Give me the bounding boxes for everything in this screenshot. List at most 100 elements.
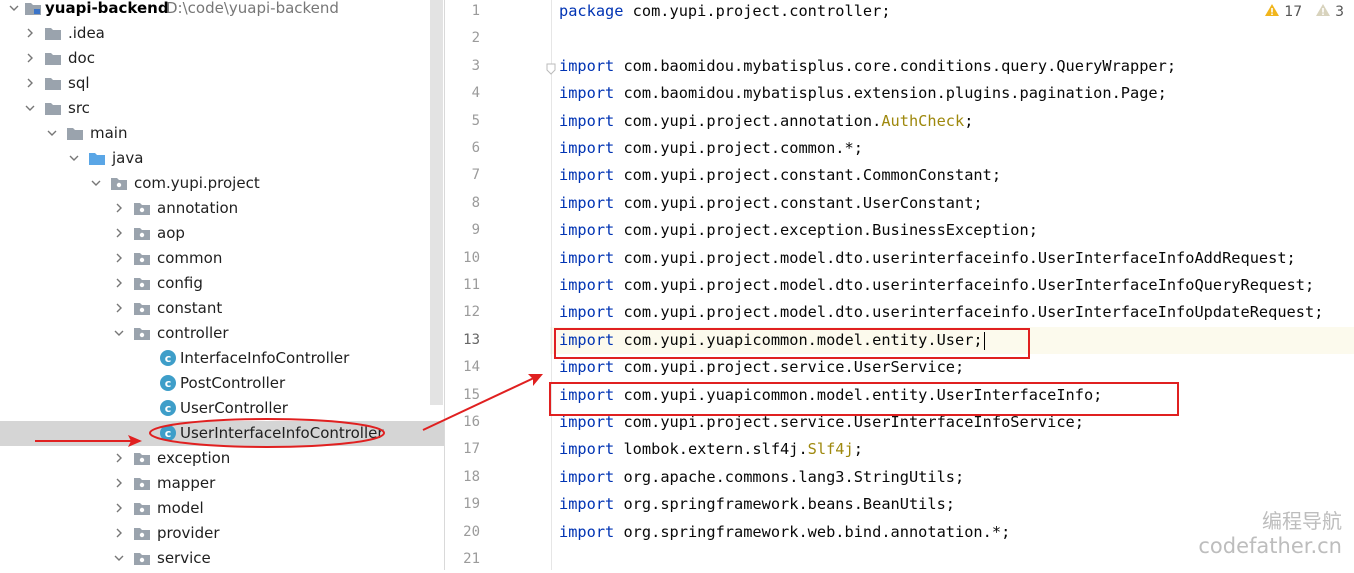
chevron-right-icon[interactable] [113, 446, 125, 471]
code-line-1[interactable]: package com.yupi.project.controller; [559, 0, 891, 25]
tree-item-com-yupi-project[interactable]: com.yupi.project [0, 171, 444, 196]
code-text: ; [964, 112, 974, 130]
fold-marker-icon[interactable] [546, 60, 556, 79]
tree-item-label: main [90, 124, 128, 142]
code-text: com.yupi.project.service.UserService; [614, 358, 965, 376]
line-number: 8 [471, 195, 480, 211]
line-number: 12 [463, 304, 480, 320]
code-line-11[interactable]: import com.yupi.project.model.dto.userin… [559, 272, 1314, 299]
chevron-down-icon[interactable] [8, 0, 20, 21]
tree-root-path: D:\code\yuapi-backend [166, 0, 339, 17]
code-line-9[interactable]: import com.yupi.project.exception.Busine… [559, 217, 1038, 244]
folder-icon [44, 71, 62, 96]
code-line-3[interactable]: import com.baomidou.mybatisplus.core.con… [559, 53, 1176, 80]
chevron-right-icon[interactable] [113, 246, 125, 271]
tree-root-yuapi-backend[interactable]: yuapi-backend D:\code\yuapi-backend [0, 0, 444, 21]
chevron-right-icon[interactable] [113, 196, 125, 221]
code-line-10[interactable]: import com.yupi.project.model.dto.userin… [559, 245, 1296, 272]
tree-item-common[interactable]: common [0, 246, 444, 271]
code-line-6[interactable]: import com.yupi.project.common.*; [559, 135, 863, 162]
keyword: package [559, 2, 624, 20]
svg-text:c: c [165, 352, 172, 365]
code-text: com.yupi.project.constant.UserConstant; [614, 194, 983, 212]
code-line-20[interactable]: import org.springframework.web.bind.anno… [559, 519, 1010, 546]
tree-item-mapper[interactable]: mapper [0, 471, 444, 496]
folder-icon [44, 46, 62, 71]
tree-item-java[interactable]: java [0, 146, 444, 171]
chevron-right-icon[interactable] [24, 71, 36, 96]
tree-item-label: common [157, 249, 223, 267]
chevron-down-icon[interactable] [90, 171, 102, 196]
tree-item-constant[interactable]: constant [0, 296, 444, 321]
inspection-widget[interactable]: 17 3 [1264, 3, 1344, 23]
line-number: 20 [463, 524, 480, 540]
tree-item-annotation[interactable]: annotation [0, 196, 444, 221]
tree-item-usercontroller[interactable]: c UserController [0, 396, 444, 421]
highlight-box-user-import [554, 328, 1030, 359]
keyword: import [559, 112, 615, 130]
line-number: 11 [463, 277, 480, 293]
line-number: 14 [463, 359, 480, 375]
tree-item-src[interactable]: src [0, 96, 444, 121]
package-icon [133, 496, 151, 521]
keyword: import [559, 276, 615, 294]
package-icon [110, 171, 128, 196]
chevron-down-icon[interactable] [113, 321, 125, 346]
chevron-right-icon[interactable] [24, 46, 36, 71]
line-number: 6 [471, 140, 480, 156]
code-text: com.yupi.project.model.dto.userinterface… [614, 276, 1315, 294]
svg-text:c: c [165, 402, 172, 415]
package-icon [133, 196, 151, 221]
chevron-down-icon[interactable] [24, 96, 36, 121]
line-number: 9 [471, 222, 480, 238]
line-number: 2 [471, 30, 480, 46]
code-line-12[interactable]: import com.yupi.project.model.dto.userin… [559, 299, 1323, 326]
tree-item-doc[interactable]: doc [0, 46, 444, 71]
chevron-right-icon[interactable] [113, 496, 125, 521]
svg-text:c: c [165, 377, 172, 390]
keyword: import [559, 495, 615, 513]
tree-item-service[interactable]: service [0, 546, 444, 570]
chevron-right-icon[interactable] [113, 471, 125, 496]
code-line-17[interactable]: import lombok.extern.slf4j.Slf4j; [559, 436, 863, 463]
tree-item-label: PostController [180, 374, 286, 392]
tree-item-interfaceinfocontroller[interactable]: c InterfaceInfoController [0, 346, 444, 371]
chevron-right-icon[interactable] [113, 296, 125, 321]
code-line-18[interactable]: import org.apache.commons.lang3.StringUt… [559, 464, 964, 491]
tree-root-label: yuapi-backend [45, 0, 169, 17]
line-number: 10 [463, 250, 480, 266]
keyword: import [559, 221, 615, 239]
tree-scrollbar[interactable] [430, 0, 443, 405]
code-text: com.yupi.project.model.dto.userinterface… [614, 303, 1324, 321]
keyword: import [559, 303, 615, 321]
code-line-4[interactable]: import com.baomidou.mybatisplus.extensio… [559, 80, 1167, 107]
tree-item-provider[interactable]: provider [0, 521, 444, 546]
chevron-right-icon[interactable] [24, 21, 36, 46]
chevron-down-icon[interactable] [46, 121, 58, 146]
chevron-down-icon[interactable] [113, 546, 125, 570]
tree-item-idea[interactable]: .idea [0, 21, 444, 46]
tree-item-sql[interactable]: sql [0, 71, 444, 96]
tree-item-postcontroller[interactable]: c PostController [0, 371, 444, 396]
tree-item-label: InterfaceInfoController [180, 349, 350, 367]
tree-item-model[interactable]: model [0, 496, 444, 521]
tree-item-label: controller [157, 324, 229, 342]
tree-item-controller[interactable]: controller [0, 321, 444, 346]
chevron-right-icon[interactable] [113, 271, 125, 296]
chevron-right-icon[interactable] [113, 521, 125, 546]
tree-item-exception[interactable]: exception [0, 446, 444, 471]
code-line-19[interactable]: import org.springframework.beans.BeanUti… [559, 491, 955, 518]
chevron-down-icon[interactable] [68, 146, 80, 171]
line-number: 7 [471, 167, 480, 183]
tree-item-label: .idea [68, 24, 105, 42]
code-line-5[interactable]: import com.yupi.project.annotation.AuthC… [559, 108, 973, 135]
chevron-right-icon[interactable] [113, 221, 125, 246]
tree-item-config[interactable]: config [0, 271, 444, 296]
line-number: 5 [471, 113, 480, 129]
tree-item-userinterfaceinfocontroller[interactable]: c UserInterfaceInfoController [0, 421, 444, 446]
tree-item-label: provider [157, 524, 220, 542]
code-line-7[interactable]: import com.yupi.project.constant.CommonC… [559, 162, 1001, 189]
tree-item-aop[interactable]: aop [0, 221, 444, 246]
tree-item-main[interactable]: main [0, 121, 444, 146]
code-line-8[interactable]: import com.yupi.project.constant.UserCon… [559, 190, 983, 217]
